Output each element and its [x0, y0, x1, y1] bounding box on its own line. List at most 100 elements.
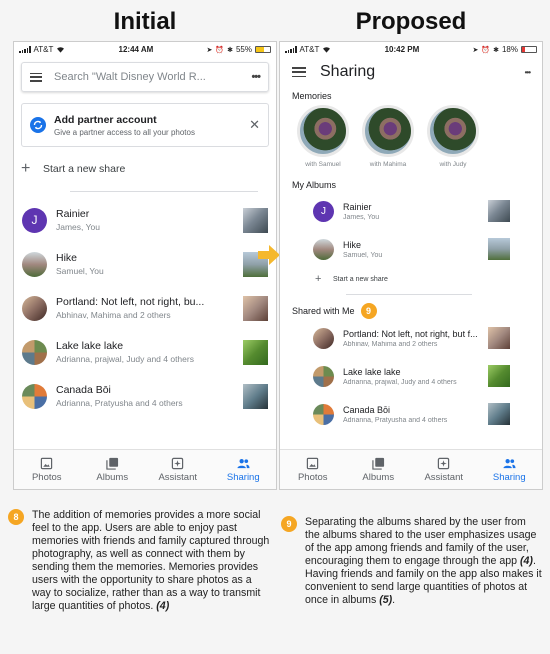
nav-label: Photos [31, 471, 62, 483]
nav-photos[interactable]: Photos [14, 450, 80, 489]
add-partner-card[interactable]: Add partner account Give a partner acces… [21, 103, 269, 147]
memories-row: with Samuel with Mahima with Judy [280, 105, 542, 168]
nav-photos[interactable]: Photos [280, 450, 346, 489]
battery-icon [254, 46, 271, 53]
album-members: James, You [343, 213, 380, 221]
avatar [313, 327, 334, 349]
nav-assistant[interactable]: Assistant [145, 450, 211, 489]
memory-label: with Mahima [369, 161, 407, 168]
start-new-share[interactable]: + Start a new share [280, 268, 542, 290]
avatar [22, 339, 47, 365]
more-dots-icon[interactable]: ••• [525, 68, 531, 77]
album-row[interactable]: Portland: Not left, not right, bu... Abhi… [14, 286, 276, 330]
partner-title: Add partner account [54, 113, 157, 126]
nav-label: Sharing [226, 471, 260, 483]
nav-albums[interactable]: Albums [80, 450, 146, 489]
note-left-text: The addition of memories provides a more… [32, 509, 272, 613]
search-bar[interactable]: Search "Walt Disney World R... ••• [21, 62, 269, 92]
album-thumbnail [243, 339, 268, 365]
album-title: Rainier [56, 208, 90, 220]
divider [346, 294, 472, 295]
album-thumbnail [488, 403, 510, 425]
more-dots-icon[interactable]: ••• [251, 71, 261, 83]
album-row[interactable]: Canada Bōi Adrianna, Pratyusha and 4 othe… [14, 374, 276, 418]
plus-icon: + [315, 273, 322, 285]
album-thumbnail [488, 200, 510, 222]
partner-sync-icon [30, 117, 46, 133]
bluetooth-icon: ✱ [493, 46, 499, 54]
memories-heading: Memories [292, 91, 332, 101]
page-title: Sharing [320, 63, 376, 80]
note-left: 8 The addition of memories provides a mo… [8, 509, 272, 613]
album-members: Abhinav, Mahima and 2 others [343, 340, 438, 348]
heading-initial: Initial [113, 8, 177, 35]
memory-item[interactable]: with Samuel [297, 105, 349, 168]
sharing-people-icon [503, 458, 516, 468]
arrow-icon [258, 245, 280, 265]
assistant-icon [438, 457, 450, 469]
clock: 10:42 PM [384, 45, 420, 54]
avatar [313, 238, 334, 260]
hamburger-icon[interactable] [30, 72, 42, 82]
memory-photo [427, 105, 479, 157]
new-share-label: Start a new share [333, 275, 388, 283]
status-bar: AT&T 10:42 PM ➤ ⏰ ✱ 18% [280, 42, 542, 57]
album-title: Lake lake lake [56, 340, 124, 352]
album-row[interactable]: J Rainier James, You [14, 198, 276, 242]
close-icon[interactable]: ✕ [249, 117, 260, 133]
start-new-share[interactable]: + Start a new share [14, 147, 276, 191]
bottom-nav: Photos Albums Assistant Sharing [14, 449, 276, 489]
avatar [22, 251, 47, 277]
nav-label: Photos [297, 471, 328, 483]
avatar [313, 365, 334, 387]
album-thumbnail [243, 383, 268, 409]
hamburger-icon[interactable] [292, 67, 306, 77]
album-row[interactable]: Canada Bōi Adrianna, Pratyusha and 4 othe… [280, 395, 542, 433]
album-title: Portland: Not left, not right, but f... [343, 328, 478, 339]
album-row[interactable]: J Rainier James, You [280, 192, 542, 230]
album-title: Canada Bōi [343, 404, 391, 415]
clock: 12:44 AM [118, 45, 154, 54]
nav-sharing[interactable]: Sharing [477, 450, 543, 489]
note-right-text: Separating the albums shared by the user… [305, 516, 543, 607]
alarm-icon: ⏰ [215, 46, 225, 54]
note-right: 9 Separating the albums shared by the us… [281, 516, 543, 607]
album-members: Adrianna, Pratyusha and 4 others [56, 398, 183, 408]
memory-item[interactable]: with Judy [427, 105, 479, 168]
nav-assistant[interactable]: Assistant [411, 450, 477, 489]
album-title: Lake lake lake [343, 366, 401, 377]
status-bar: AT&T 12:44 AM ➤ ⏰ ✱ 55% [14, 42, 276, 57]
album-row[interactable]: Hike Samuel, You [14, 242, 276, 286]
plus-icon: + [21, 160, 31, 177]
album-members: Abhinav, Mahima and 2 others [56, 310, 171, 320]
search-input[interactable]: Search "Walt Disney World R... [54, 71, 251, 83]
location-icon: ➤ [472, 46, 479, 54]
nav-albums[interactable]: Albums [346, 450, 412, 489]
shared-with-me-heading: Shared with Me 9 [280, 303, 542, 319]
battery-percent: 18% [501, 45, 518, 54]
album-members: Samuel, You [343, 251, 383, 259]
avatar [22, 383, 47, 409]
album-thumbnail [488, 238, 510, 260]
note-text: . [392, 594, 396, 606]
album-row[interactable]: Portland: Not left, not right, but f... A… [280, 319, 542, 357]
wifi-icon [57, 47, 65, 53]
album-title: Hike [56, 252, 78, 264]
album-members: Samuel, You [56, 266, 104, 276]
album-row[interactable]: Lake lake lake Adrianna, prajwal, Judy an… [280, 357, 542, 395]
sharing-people-icon [237, 458, 250, 468]
signal-icon [19, 46, 31, 53]
battery-percent: 55% [235, 45, 252, 54]
album-row[interactable]: Lake lake lake Adrianna, prajwal, Judy an… [14, 330, 276, 374]
bottom-nav: Photos Albums Assistant Sharing [280, 449, 542, 489]
album-members: Adrianna, prajwal, Judy and 4 others [56, 354, 194, 364]
nav-sharing[interactable]: Sharing [211, 450, 277, 489]
partner-subtitle: Give a partner access to all your photos [54, 127, 195, 137]
memory-item[interactable]: with Mahima [362, 105, 414, 168]
signal-icon [285, 46, 297, 53]
album-thumbnail [243, 207, 268, 233]
avatar: J [313, 200, 334, 222]
wifi-icon [323, 47, 331, 53]
note-text: The addition of memories provides a more… [32, 509, 270, 612]
album-row[interactable]: Hike Samuel, You [280, 230, 542, 268]
